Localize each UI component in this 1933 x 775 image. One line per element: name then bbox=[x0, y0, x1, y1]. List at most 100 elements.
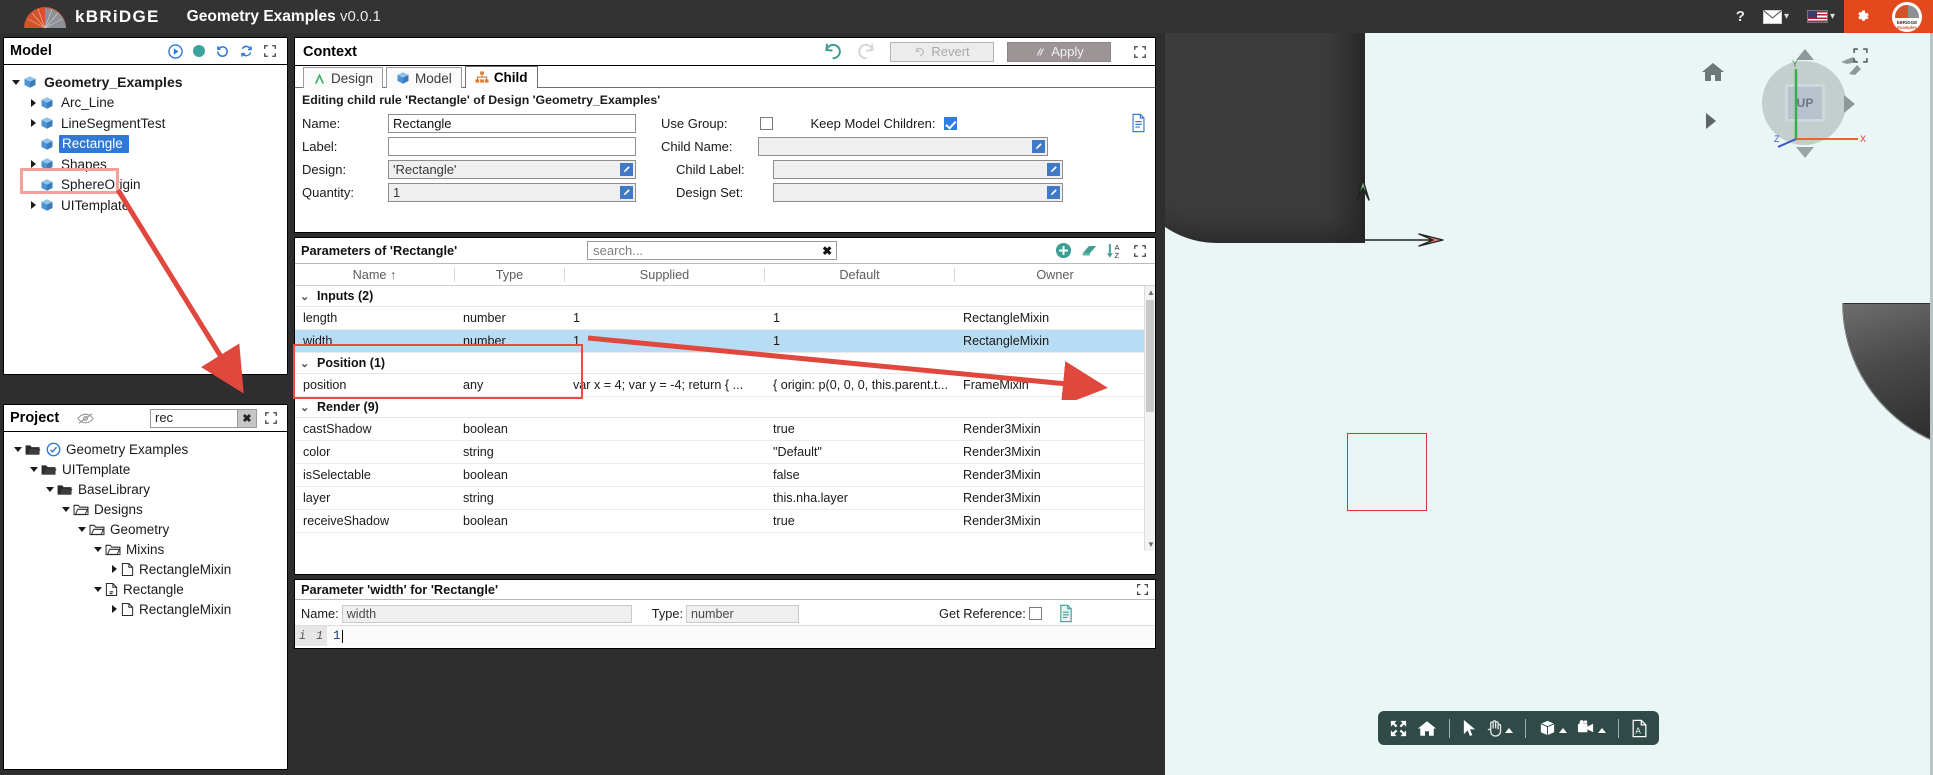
cube-view-icon[interactable] bbox=[1538, 719, 1567, 737]
chevron-up-icon[interactable] bbox=[1559, 728, 1567, 733]
edit-pencil-icon[interactable] bbox=[1031, 138, 1046, 155]
model-tree-item-uitemplate[interactable]: UITemplate bbox=[8, 195, 287, 216]
expand-icon[interactable] bbox=[263, 44, 277, 58]
tab-child[interactable]: Child bbox=[464, 66, 538, 88]
nav-down-arrow-icon[interactable] bbox=[1796, 147, 1814, 158]
collapse-arrow-icon[interactable] bbox=[26, 464, 41, 474]
3d-viewport[interactable]: UP Y X Z A bbox=[1165, 33, 1933, 775]
expand-arrow-icon[interactable] bbox=[106, 604, 121, 614]
expand-arrow-icon[interactable] bbox=[25, 98, 40, 108]
parameter-group-inputs[interactable]: ⌄ Inputs (2) bbox=[295, 286, 1155, 307]
help-icon[interactable]: ? bbox=[1727, 0, 1754, 33]
model-tree-item-arc_line[interactable]: Arc_Line bbox=[8, 93, 287, 114]
label-field[interactable] bbox=[388, 136, 636, 156]
home-icon[interactable] bbox=[1701, 61, 1725, 86]
name-field[interactable]: Rectangle bbox=[388, 113, 636, 133]
scroll-down-arrow-icon[interactable]: ▼ bbox=[1147, 540, 1155, 549]
fit-screen-icon[interactable] bbox=[1389, 719, 1408, 738]
model-tree-item-linesegmenttest[interactable]: LineSegmentTest bbox=[8, 113, 287, 134]
project-tree-item-rectanglemixin[interactable]: RectangleMixin bbox=[10, 559, 287, 579]
project-tree-item-designs[interactable]: Designs bbox=[10, 499, 287, 519]
param-type-field[interactable]: number bbox=[686, 604, 800, 623]
edit-pencil-icon[interactable] bbox=[1046, 161, 1061, 178]
use-group-checkbox[interactable] bbox=[760, 116, 774, 130]
keep-model-children-checkbox[interactable] bbox=[943, 116, 957, 130]
column-header-type[interactable]: Type bbox=[455, 267, 565, 282]
gear-icon[interactable] bbox=[1844, 0, 1881, 33]
quantity-field[interactable]: 1 bbox=[388, 182, 636, 202]
sort-az-icon[interactable]: AZ bbox=[1106, 242, 1125, 260]
model-tree-item-rectangle[interactable]: Rectangle bbox=[8, 134, 287, 155]
pan-hand-icon[interactable] bbox=[1486, 719, 1513, 737]
expand-arrow-icon[interactable] bbox=[25, 159, 40, 169]
expand-icon[interactable] bbox=[264, 411, 278, 425]
edit-pencil-icon[interactable] bbox=[1046, 184, 1061, 201]
geometry-shape-arc[interactable] bbox=[1783, 302, 1933, 478]
geometry-shape-rounded-block[interactable] bbox=[1165, 33, 1365, 243]
table-row[interactable]: length number 1 1 RectangleMixin bbox=[295, 307, 1155, 330]
account-badge[interactable]: kBRiDGE Examples bbox=[1881, 0, 1933, 33]
brand-logo[interactable]: kBRiDGE bbox=[22, 6, 160, 28]
refresh-icon[interactable] bbox=[239, 44, 254, 59]
parameters-scrollbar[interactable]: ▲ ▼ bbox=[1144, 286, 1155, 551]
model-tree-item-sphereorigin[interactable]: SphereOrigin bbox=[8, 175, 287, 196]
collapse-arrow-icon[interactable] bbox=[74, 524, 89, 534]
project-tree-item-baselibrary[interactable]: BaseLibrary bbox=[10, 479, 287, 499]
collapse-arrow-icon[interactable] bbox=[90, 584, 105, 594]
child-name-field[interactable] bbox=[758, 136, 1048, 156]
design-field[interactable]: 'Rectangle' bbox=[388, 159, 636, 179]
collapse-arrow-icon[interactable] bbox=[90, 544, 105, 554]
expand-arrow-icon[interactable] bbox=[25, 118, 40, 128]
revert-button[interactable]: Revert bbox=[890, 41, 994, 62]
project-search-input[interactable]: rec bbox=[150, 408, 238, 428]
expand-arrow-icon[interactable] bbox=[106, 564, 121, 574]
play-icon[interactable] bbox=[168, 43, 183, 59]
table-row[interactable]: color string "Default" Render3Mixin bbox=[295, 441, 1155, 464]
collapse-chevron-icon[interactable]: ⌄ bbox=[300, 401, 317, 414]
collapse-chevron-icon[interactable]: ⌄ bbox=[300, 290, 317, 303]
undo-icon[interactable] bbox=[822, 41, 843, 62]
scrollbar-thumb[interactable] bbox=[1146, 300, 1154, 412]
code-input[interactable]: 1 bbox=[327, 626, 1155, 646]
table-row[interactable]: receiveShadow boolean true Render3Mixin bbox=[295, 510, 1155, 533]
pdf-export-icon[interactable]: A bbox=[1631, 719, 1648, 738]
design-set-field[interactable] bbox=[773, 182, 1063, 202]
expand-icon[interactable] bbox=[1133, 244, 1147, 258]
parameter-group-position[interactable]: ⌄ Position (1) bbox=[295, 353, 1155, 374]
project-tree-item-mixins[interactable]: Mixins bbox=[10, 539, 287, 559]
project-tree-item-uitemplate[interactable]: UITemplate bbox=[10, 459, 287, 479]
table-row[interactable]: castShadow boolean true Render3Mixin bbox=[295, 418, 1155, 441]
clear-x-icon[interactable]: ✖ bbox=[822, 244, 832, 258]
expand-arrow-icon[interactable] bbox=[25, 200, 40, 210]
edit-pencil-icon[interactable] bbox=[619, 161, 634, 178]
child-label-field[interactable] bbox=[773, 159, 1063, 179]
model-tree-item-geometry_examples[interactable]: Geometry_Examples bbox=[8, 72, 287, 93]
expand-icon[interactable] bbox=[1136, 583, 1149, 596]
parameter-code-editor[interactable]: i 1 1 bbox=[295, 625, 1155, 646]
navigation-gizmo[interactable]: UP Y X Z bbox=[1702, 43, 1871, 158]
collapse-arrow-icon[interactable] bbox=[10, 444, 25, 454]
collapse-chevron-icon[interactable]: ⌄ bbox=[300, 357, 317, 370]
collapse-arrow-icon[interactable] bbox=[42, 484, 57, 494]
cursor-arrow-icon[interactable] bbox=[1462, 719, 1477, 737]
eraser-icon[interactable] bbox=[1080, 243, 1098, 258]
search-input[interactable]: search... bbox=[587, 241, 838, 260]
chevron-up-icon[interactable] bbox=[1505, 728, 1513, 733]
parameter-group-render[interactable]: ⌄ Render (9) bbox=[295, 397, 1155, 418]
nav-right-arrow-icon[interactable] bbox=[1706, 113, 1716, 129]
camera-icon[interactable] bbox=[1576, 719, 1606, 737]
expand-icon[interactable] bbox=[1133, 45, 1147, 59]
nav-left-arrow-icon[interactable] bbox=[1844, 95, 1855, 113]
geometry-rectangle-outline[interactable] bbox=[1347, 433, 1427, 511]
column-header-supplied[interactable]: Supplied bbox=[565, 267, 765, 282]
collapse-arrow-icon[interactable] bbox=[58, 504, 73, 514]
eye-slash-icon[interactable] bbox=[77, 412, 94, 425]
history-icon[interactable] bbox=[215, 44, 230, 59]
chevron-up-icon[interactable] bbox=[1598, 728, 1606, 733]
table-row[interactable]: position any var x = 4; var y = -4; return… bbox=[295, 374, 1155, 397]
tab-model[interactable]: Model bbox=[386, 67, 462, 88]
clear-x-icon[interactable]: ✖ bbox=[238, 408, 257, 428]
edit-pencil-icon[interactable] bbox=[619, 184, 634, 201]
table-row[interactable]: width number 1 1 RectangleMixin bbox=[295, 330, 1155, 353]
collapse-arrow-icon[interactable] bbox=[8, 77, 23, 87]
